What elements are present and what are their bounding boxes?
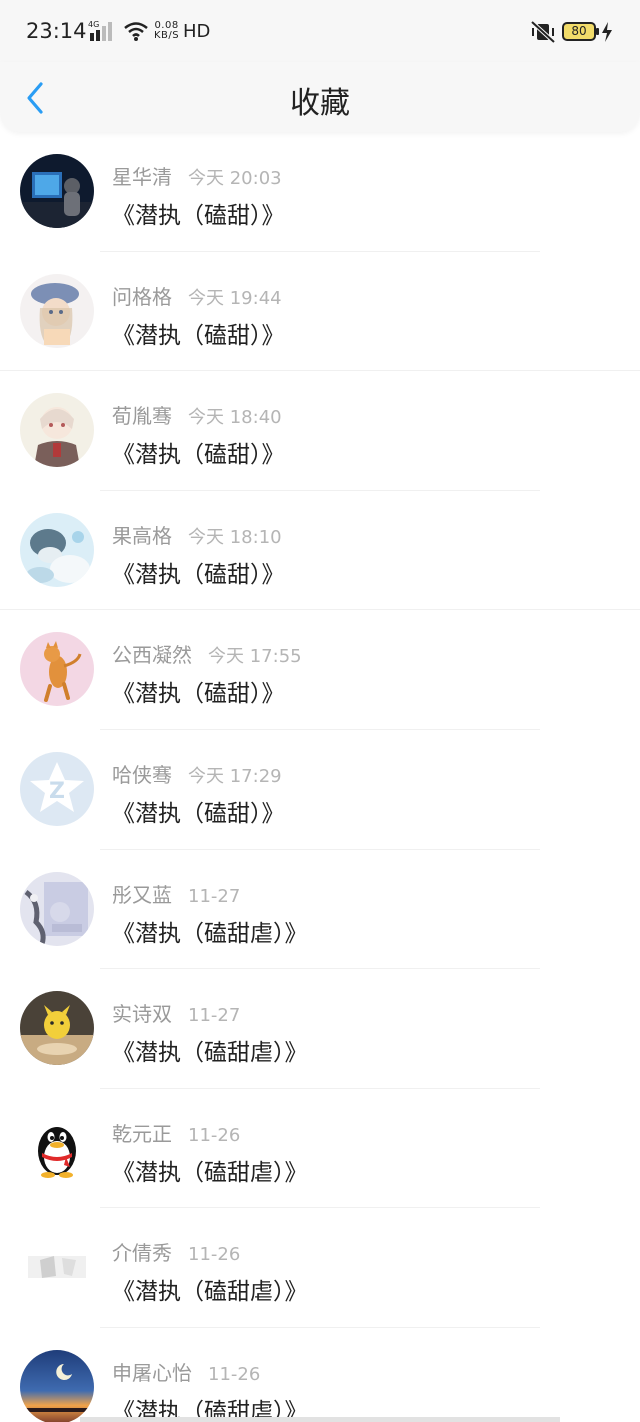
svg-text:Z: Z — [49, 779, 65, 804]
item-author: 彤又蓝 11-27 — [112, 879, 240, 908]
item-title: 《潜执（磕甜）》 — [112, 322, 285, 349]
item-author-name: 乾元正 — [112, 1121, 172, 1146]
cellular-signal-icon: 4G — [88, 20, 112, 41]
charging-icon — [602, 22, 612, 42]
item-author-name: 星华清 — [112, 165, 172, 189]
list-item[interactable]: 彤又蓝 11-27 《潜执（磕甜虐）》 — [0, 850, 640, 970]
avatar — [20, 154, 94, 228]
avatar — [20, 273, 94, 348]
network-speed-unit: KB/S — [154, 30, 180, 41]
item-time: 今天 19:44 — [188, 287, 282, 309]
wifi-icon — [124, 22, 148, 41]
page-title: 收藏 — [290, 86, 350, 121]
item-author-name: 果高格 — [112, 523, 172, 548]
avatar — [20, 632, 94, 707]
item-title: 《潜执（磕甜）》 — [112, 442, 285, 469]
item-time: 11-26 — [208, 1363, 261, 1385]
item-author-name: 申屠心怡 — [112, 1360, 192, 1385]
item-time: 11-26 — [188, 1244, 241, 1266]
item-author-name: 问格格 — [112, 284, 172, 309]
item-title: 《潜执（磕甜）》 — [112, 561, 285, 588]
favorites-list: 星华清 今天 20:03 《潜执（磕甜）》 问格格 今天 19:44 《潜执（磕甜）… — [0, 132, 640, 1422]
avatar — [20, 1349, 94, 1422]
avatar — [20, 871, 94, 946]
item-author-name: 实诗双 — [112, 1002, 172, 1027]
item-title: 《潜执（磕甜虐）》 — [112, 920, 308, 947]
item-title: 《潜执（磕甜虐）》 — [112, 1279, 308, 1306]
avatar — [20, 1230, 94, 1305]
item-author-name: 介倩秀 — [112, 1241, 172, 1266]
list-item[interactable]: 问格格 今天 19:44 《潜执（磕甜）》 — [0, 252, 640, 372]
status-time: 23:14 — [26, 19, 87, 43]
item-author: 哈侠骞 今天 17:29 — [112, 759, 282, 788]
list-item[interactable]: 星华清 今天 20:03 《潜执（磕甜）》 — [0, 132, 640, 252]
list-item[interactable]: 公西凝然 今天 17:55 《潜执（磕甜）》 — [0, 610, 640, 730]
avatar — [20, 991, 94, 1066]
status-bar: 23:14 4G 0.08 KB/S HD 80 — [0, 0, 640, 62]
avatar — [20, 393, 94, 468]
item-time: 11-27 — [188, 1005, 241, 1027]
list-item[interactable]: 荀胤骞 今天 18:40 《潜执（磕甜）》 — [0, 371, 640, 491]
item-title: 《潜执（磕甜）》 — [112, 800, 285, 827]
item-author: 实诗双 11-27 — [112, 998, 240, 1027]
item-title: 《潜执（磕甜虐）》 — [112, 1159, 308, 1186]
item-author: 问格格 今天 19:44 — [112, 281, 282, 310]
header-bar: 收藏 — [0, 62, 640, 132]
svg-text:4G: 4G — [88, 20, 99, 29]
item-title: 《潜执（磕甜虐）》 — [112, 1040, 308, 1067]
list-item[interactable]: 申屠心怡 11-26 《潜执（磕甜虐）》 — [0, 1328, 640, 1422]
hd-indicator: HD — [183, 21, 211, 42]
item-author: 公西凝然 今天 17:55 — [112, 639, 302, 668]
item-author-name: 彤又蓝 — [112, 882, 172, 907]
item-author: 介倩秀 11-26 — [112, 1237, 240, 1266]
item-time: 11-27 — [188, 885, 241, 907]
item-author: 果高格 今天 18:10 — [112, 520, 282, 549]
network-speed: 0.08 KB/S — [154, 21, 179, 41]
item-author-name: 公西凝然 — [112, 643, 192, 668]
item-author: 乾元正 11-26 — [112, 1118, 240, 1147]
avatar — [20, 1110, 94, 1185]
vibrate-mute-icon — [530, 20, 556, 44]
list-item[interactable]: 实诗双 11-27 《潜执（磕甜虐）》 — [0, 969, 640, 1089]
item-time: 11-26 — [188, 1124, 241, 1146]
item-time: 今天 17:55 — [208, 646, 302, 668]
list-item[interactable]: 乾元正 11-26 《潜执（磕甜虐）》 — [0, 1089, 640, 1209]
item-title: 《潜执（磕甜）》 — [112, 203, 285, 229]
item-time: 今天 18:10 — [188, 526, 282, 548]
list-item[interactable]: 介倩秀 11-26 《潜执（磕甜虐）》 — [0, 1208, 640, 1328]
item-time: 今天 20:03 — [188, 168, 282, 189]
item-title: 《潜执（磕甜）》 — [112, 681, 285, 708]
item-time: 今天 17:29 — [188, 765, 282, 787]
list-item[interactable]: 果高格 今天 18:10 《潜执（磕甜）》 — [0, 491, 640, 611]
avatar — [20, 512, 94, 587]
item-author-name: 荀胤骞 — [112, 404, 172, 429]
item-author: 申屠心怡 11-26 — [112, 1357, 260, 1386]
item-author-name: 哈侠骞 — [112, 762, 172, 787]
scroll-indicator — [80, 1417, 560, 1422]
item-author: 荀胤骞 今天 18:40 — [112, 400, 282, 429]
item-time: 今天 18:40 — [188, 407, 282, 429]
item-author: 星华清 今天 20:03 — [112, 161, 282, 190]
avatar: Z — [20, 751, 94, 826]
list-item[interactable]: Z 哈侠骞 今天 17:29 《潜执（磕甜）》 — [0, 730, 640, 850]
battery-icon: 80 — [562, 22, 599, 41]
